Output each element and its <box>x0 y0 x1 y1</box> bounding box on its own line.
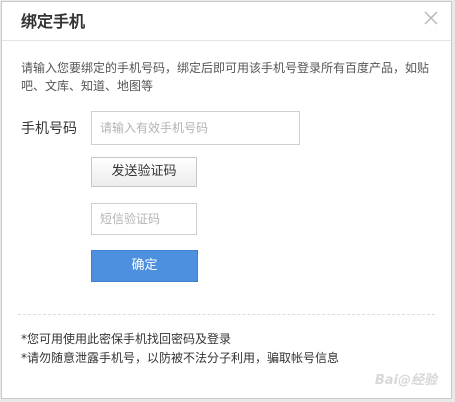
sms-code-input[interactable] <box>91 203 197 235</box>
phone-input[interactable] <box>91 111 300 145</box>
phone-label: 手机号码 <box>21 121 77 137</box>
note-recovery: *您可用使用此密保手机找回密码及登录 <box>21 332 232 346</box>
description-text: 请输入您要绑定的手机号码，绑定后即可用该手机号登录所有百度产品，如贴吧、文库、知… <box>21 61 430 93</box>
notes-divider <box>18 314 435 315</box>
dialog-title: 绑定手机 <box>21 12 86 31</box>
send-code-button[interactable]: 发送验证码 <box>91 157 197 187</box>
watermark-logo: Bai@经验 <box>374 373 437 388</box>
bind-phone-dialog: 绑定手机 请输入您要绑定的手机号码，绑定后即可用该手机号登录所有百度产品，如贴吧… <box>1 1 452 399</box>
confirm-button[interactable]: 确定 <box>91 250 198 282</box>
title-divider <box>2 40 451 41</box>
close-icon[interactable] <box>421 8 441 28</box>
note-warning: *请勿随意泄露手机号，以防被不法分子利用，骗取帐号信息 <box>21 351 340 365</box>
